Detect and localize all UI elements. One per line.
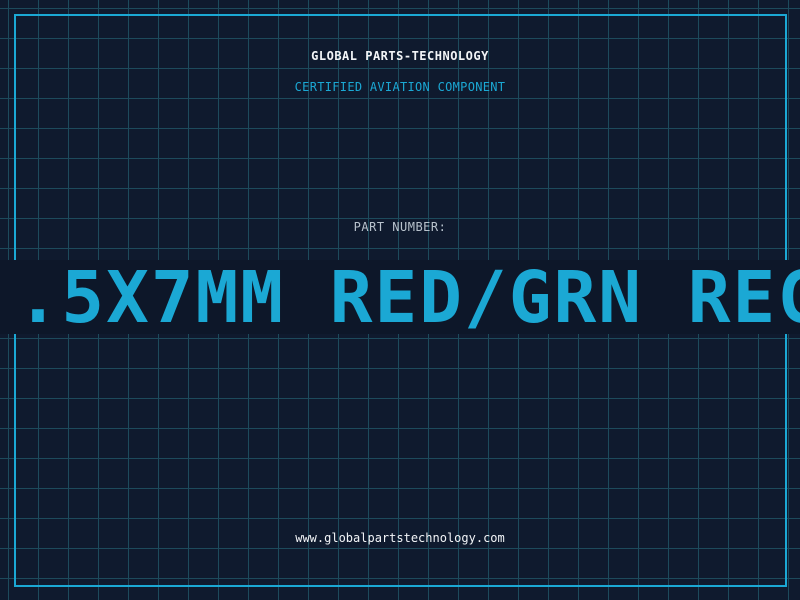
certification-subtitle: CERTIFIED AVIATION COMPONENT (294, 80, 506, 94)
part-number-value: .5X7MM RED/GRN REC (16, 260, 800, 334)
company-name: GLOBAL PARTS-TECHNOLOGY (311, 49, 489, 63)
part-number-label: PART NUMBER: (353, 220, 447, 234)
website-link[interactable]: www.globalpartstechnology.com (0, 531, 800, 545)
part-number-band: .5X7MM RED/GRN REC (0, 260, 800, 334)
certificate-card: GLOBAL PARTS-TECHNOLOGY CERTIFIED AVIATI… (0, 0, 800, 600)
